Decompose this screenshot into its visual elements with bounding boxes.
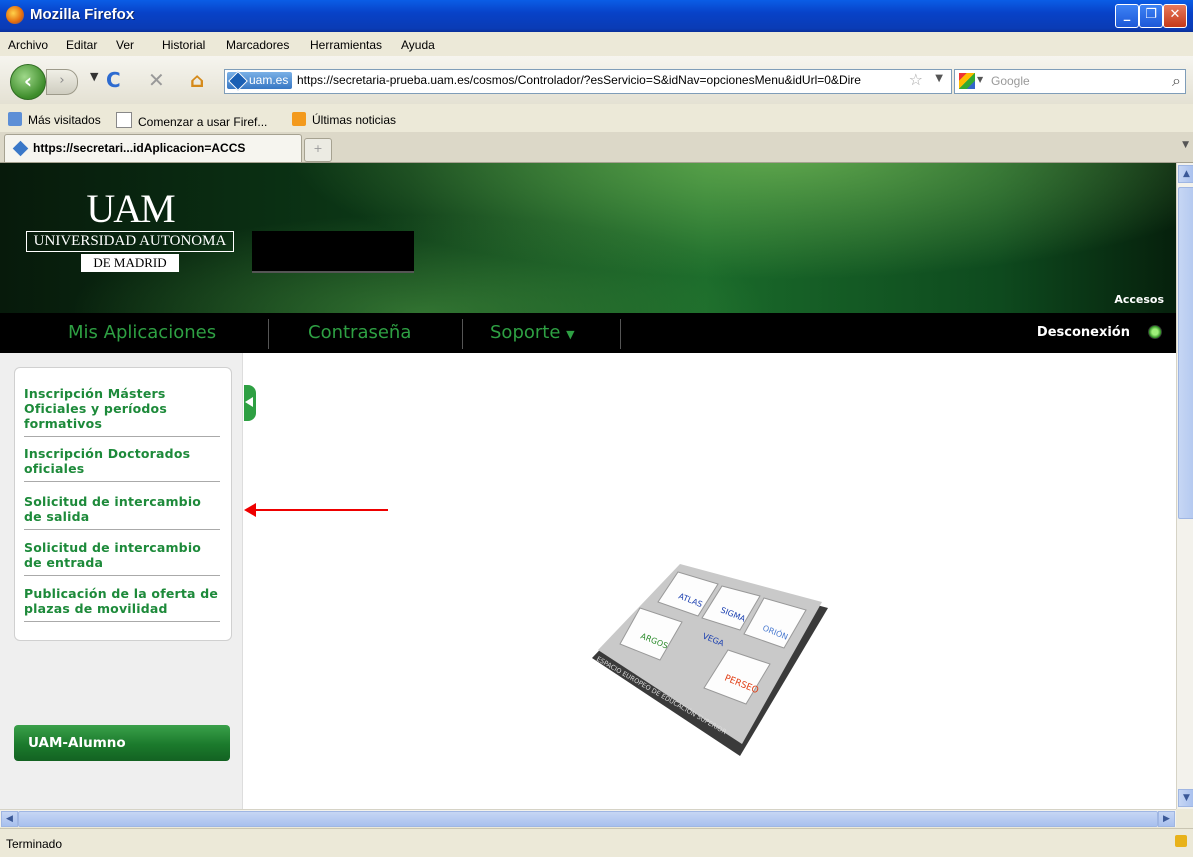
menu-herramientas[interactable]: Herramientas — [310, 38, 382, 52]
minimize-button[interactable]: _ — [1115, 4, 1139, 28]
url-text[interactable]: https://secretaria-prueba.uam.es/cosmos/… — [297, 72, 897, 89]
back-button[interactable]: ‹ — [10, 64, 46, 100]
site-icon — [228, 71, 248, 91]
tab-bar: https://secretari...idAplicacion=ACCS + … — [0, 132, 1193, 163]
search-placeholder: Google — [991, 74, 1030, 88]
uam-alumno-button[interactable]: UAM-Alumno — [14, 725, 230, 761]
search-engine-dropdown-icon[interactable]: ▼ — [977, 75, 983, 84]
tab-list-icon[interactable]: ▼ — [1182, 140, 1189, 150]
history-dropdown-icon[interactable]: ▼ — [90, 70, 98, 83]
folder-icon — [8, 112, 22, 126]
status-text: Terminado — [6, 837, 63, 851]
bookmark-ultimas-noticias[interactable]: Últimas noticias — [292, 112, 396, 127]
rss-icon — [292, 112, 306, 126]
forward-button[interactable]: › — [46, 69, 78, 95]
menu-ayuda[interactable]: Ayuda — [401, 38, 435, 52]
menu-historial[interactable]: Historial — [162, 38, 205, 52]
sidebar-item-masters[interactable]: Inscripción Másters Oficiales y períodos… — [24, 386, 220, 437]
page-content: UAM UNIVERSIDAD AUTONOMA DE MADRID Acces… — [0, 163, 1176, 809]
menu-archivo[interactable]: Archivo — [8, 38, 48, 52]
lock-icon[interactable] — [1175, 835, 1187, 847]
vertical-scroll-thumb[interactable] — [1178, 187, 1193, 519]
red-arrow-head — [244, 503, 256, 517]
new-tab-button[interactable]: + — [304, 138, 332, 162]
bookmarks-toolbar: Más visitados Comenzar a usar Firef... Ú… — [0, 104, 1193, 133]
nav-separator — [268, 319, 269, 349]
header-black-box — [252, 231, 414, 273]
tab-active[interactable]: https://secretari...idAplicacion=ACCS — [4, 134, 302, 162]
accesos-label: Accesos — [1114, 293, 1164, 306]
home-icon[interactable]: ⌂ — [190, 68, 204, 92]
bookmark-star-icon[interactable]: ☆ — [909, 70, 923, 89]
close-button[interactable]: ✕ — [1163, 4, 1187, 28]
scroll-down-arrow-icon[interactable]: ▼ — [1178, 789, 1193, 807]
sidebar-item-doctorados[interactable]: Inscripción Doctorados oficiales — [24, 446, 220, 482]
aplicaciones-board: ATLAS SIGMA ORIÓN VEGA ARGOS PERSEO ESPA… — [592, 564, 828, 756]
menu-ver[interactable]: Ver — [116, 38, 134, 52]
page-icon — [116, 112, 132, 128]
horizontal-scrollbar[interactable]: ◀ ▶ — [0, 809, 1176, 827]
uam-logo[interactable]: UAM UNIVERSIDAD AUTONOMA DE MADRID — [26, 189, 234, 272]
nav-contrasena[interactable]: Contraseña — [308, 313, 411, 353]
bookmark-comenzar[interactable]: Comenzar a usar Firef... — [116, 112, 267, 129]
scroll-right-arrow-icon[interactable]: ▶ — [1158, 811, 1175, 827]
chevron-down-icon: ▼ — [566, 328, 575, 341]
menu-bar: Archivo Editar Ver Historial Marcadores … — [0, 32, 1193, 56]
sidebar-item-intercambio-salida[interactable]: Solicitud de intercambio de salida — [24, 494, 220, 530]
applications-panel: Inscripción Másters Oficiales y períodos… — [14, 367, 232, 641]
nav-mis-aplicaciones[interactable]: Mis Aplicaciones — [68, 313, 216, 353]
maximize-button[interactable]: ❐ — [1139, 4, 1163, 28]
nav-separator — [620, 319, 621, 349]
firefox-icon — [6, 6, 24, 24]
status-bar: Terminado — [0, 828, 1193, 857]
menu-editar[interactable]: Editar — [66, 38, 97, 52]
site-nav: Mis Aplicaciones Contraseña Soporte ▼ De… — [0, 313, 1176, 353]
window-title: Mozilla Firefox — [30, 6, 135, 23]
collapse-arrow-icon — [245, 397, 253, 407]
stop-icon[interactable]: ✕ — [148, 68, 165, 92]
reload-icon[interactable]: C — [106, 68, 121, 92]
scroll-left-arrow-icon[interactable]: ◀ — [1, 811, 18, 827]
address-bar[interactable]: uam.es https://secretaria-prueba.uam.es/… — [224, 69, 952, 94]
sidebar-item-intercambio-entrada[interactable]: Solicitud de intercambio de entrada — [24, 540, 220, 576]
site-identity-button[interactable]: uam.es — [227, 71, 293, 91]
window-titlebar: Mozilla Firefox _ ❐ ✕ — [0, 0, 1193, 32]
nav-soporte[interactable]: Soporte ▼ — [490, 313, 575, 353]
scroll-up-arrow-icon[interactable]: ▲ — [1178, 165, 1193, 183]
google-icon[interactable] — [959, 73, 975, 89]
red-arrow-line — [250, 509, 388, 511]
site-banner: UAM UNIVERSIDAD AUTONOMA DE MADRID Acces… — [0, 163, 1176, 313]
sidebar-item-oferta-movilidad[interactable]: Publicación de la oferta de plazas de mo… — [24, 586, 220, 622]
search-icon[interactable]: ⌕ — [1172, 71, 1181, 91]
horizontal-scroll-thumb[interactable] — [18, 811, 1158, 827]
sidebar: Inscripción Másters Oficiales y períodos… — [0, 353, 243, 809]
sidebar-toggle[interactable] — [244, 385, 256, 421]
nav-separator — [462, 319, 463, 349]
bookmark-mas-visitados[interactable]: Más visitados — [8, 112, 101, 127]
url-dropdown-icon[interactable]: ▼ — [935, 73, 943, 84]
logout-link[interactable]: Desconexión — [1037, 313, 1130, 353]
vertical-scrollbar[interactable]: ▲ ▼ — [1176, 163, 1193, 809]
power-icon[interactable] — [1148, 325, 1162, 339]
tab-favicon-icon — [12, 140, 29, 157]
menu-marcadores[interactable]: Marcadores — [226, 38, 289, 52]
search-box[interactable]: ▼ Google ⌕ — [954, 69, 1186, 94]
